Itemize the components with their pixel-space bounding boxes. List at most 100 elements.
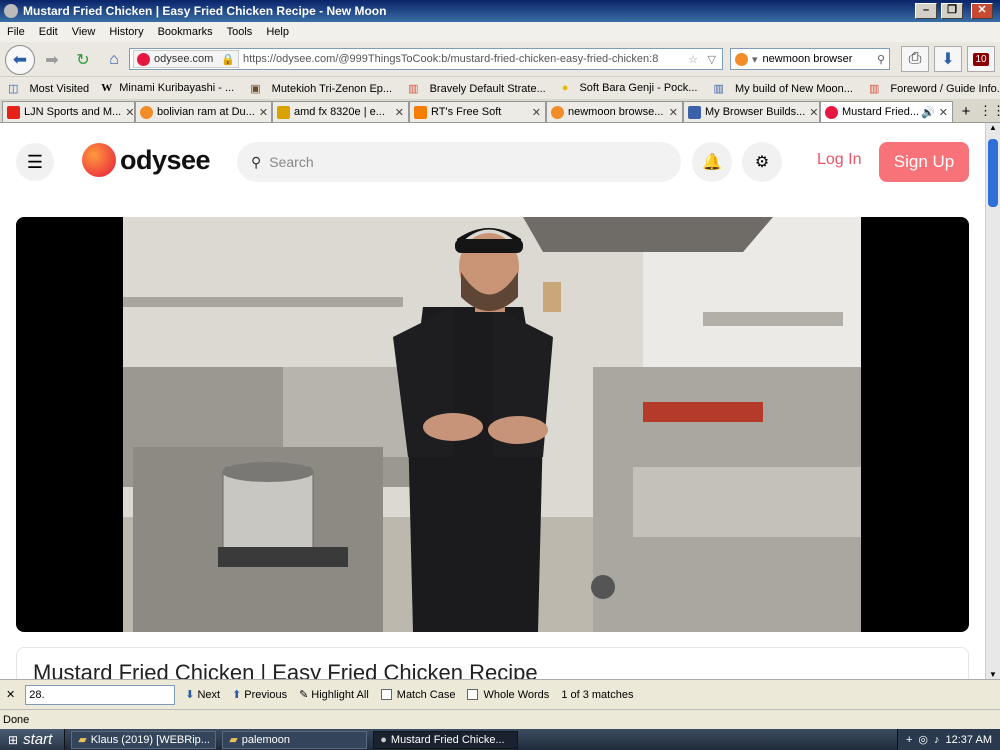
search-bar[interactable]: ▾ newmoon browser ⚲ xyxy=(730,48,890,70)
tab-rts-free-soft[interactable]: RT's Free Soft ✕ xyxy=(409,100,546,122)
taskbar-item-mustard-fried-chicken[interactable]: ● Mustard Fried Chicke... xyxy=(373,730,519,749)
download-icon[interactable]: ⬇ xyxy=(934,46,962,72)
bookmark-mutekioh[interactable]: ▣ Mutekioh Tri-Zenon Ep... xyxy=(242,82,400,95)
tab-bolivian-ram[interactable]: bolivian ram at Du... ✕ xyxy=(135,100,272,122)
tab-browser-builds[interactable]: My Browser Builds... ✕ xyxy=(683,100,820,122)
home-icon[interactable]: ⌂ xyxy=(100,47,128,73)
search-placeholder: Search xyxy=(269,154,314,170)
tab-close-icon[interactable]: ✕ xyxy=(391,106,404,119)
tab-newmoon-browser[interactable]: newmoon browse... ✕ xyxy=(546,100,683,122)
video-frame[interactable] xyxy=(123,217,861,632)
kitchen-video-image xyxy=(123,217,861,632)
bookmark-minami[interactable]: W Minami Kuribayashi - ... xyxy=(97,82,242,94)
find-bar: ✕ 28. ⬇ Next ⬆ Previous ✎ Highlight All Mat… xyxy=(0,679,1000,709)
close-window-button[interactable]: ✕ xyxy=(971,3,993,19)
bookmark-newmoon-build[interactable]: ▥ My build of New Moon... xyxy=(705,82,860,95)
tab-close-icon[interactable]: ✕ xyxy=(121,106,134,119)
tab-close-icon[interactable]: ✕ xyxy=(935,106,948,119)
folder-icon: ▰ xyxy=(78,734,87,746)
folder-icon: ▰ xyxy=(229,734,238,746)
search-magnifier-icon[interactable]: ⚲ xyxy=(877,53,885,66)
find-next-button[interactable]: ⬇ Next xyxy=(179,688,226,702)
youtube-favicon-icon xyxy=(7,105,20,119)
windows-logo-icon: ⊞ xyxy=(8,732,19,747)
bookmark-bravely[interactable]: ▥ Bravely Default Strate... xyxy=(400,82,554,95)
odysee-logo-mark xyxy=(82,143,116,177)
blogger-favicon-icon xyxy=(414,105,427,119)
scroll-down-icon[interactable]: ▼ xyxy=(989,670,997,679)
scroll-up-icon[interactable]: ▲ xyxy=(989,123,997,132)
menu-bar: File Edit View History Bookmarks Tools H… xyxy=(0,22,1000,42)
maximize-button[interactable]: ❐ xyxy=(941,3,963,19)
highlight-all-button[interactable]: ✎ Highlight All xyxy=(293,688,375,702)
tab-ljn-sports[interactable]: LJN Sports and M... ✕ xyxy=(2,100,135,122)
bookmark-foreword[interactable]: ▥ Foreword / Guide Info... xyxy=(861,82,1000,95)
bookmarks-toolbar: ◫ Most Visited W Minami Kuribayashi - ..… xyxy=(0,77,1000,99)
url-text[interactable]: https://odysee.com/@999ThingsToCook:b/mu… xyxy=(243,53,658,65)
menu-tools[interactable]: Tools xyxy=(220,26,260,38)
taskbar-item-klaus[interactable]: ▰ Klaus (2019) [WEBRip... xyxy=(71,730,217,749)
volume-icon[interactable]: ♪ xyxy=(934,734,940,746)
duckduckgo-favicon-icon xyxy=(551,105,564,119)
scrollbar-thumb[interactable] xyxy=(988,139,998,207)
menu-help[interactable]: Help xyxy=(259,26,296,38)
url-bar[interactable]: odysee.com 🔒 https://odysee.com/@999Thin… xyxy=(129,48,723,70)
bookmark-star-icon[interactable]: ☆ xyxy=(688,53,698,66)
find-close-icon[interactable]: ✕ xyxy=(6,688,15,701)
ebay-favicon-icon xyxy=(277,105,290,119)
settings-gear-icon[interactable]: ⚙ xyxy=(742,142,782,182)
menu-hamburger-icon[interactable]: ☰ xyxy=(16,143,54,181)
reload-icon[interactable]: ↻ xyxy=(69,47,97,73)
navigation-toolbar: ⬅ ➡ ↻ ⌂ odysee.com 🔒 https://odysee.com/… xyxy=(0,42,1000,76)
tab-close-icon[interactable]: ✕ xyxy=(528,106,541,119)
search-input[interactable]: newmoon browser xyxy=(763,53,853,65)
back-arrow-icon[interactable]: ⬅ xyxy=(5,45,35,75)
login-button[interactable]: Log In xyxy=(817,151,861,169)
menu-bookmarks[interactable]: Bookmarks xyxy=(151,26,220,38)
up-arrow-icon: ⬆ xyxy=(232,689,242,701)
menu-view[interactable]: View xyxy=(65,26,103,38)
odysee-search-input[interactable]: ⚲ Search xyxy=(237,142,681,182)
list-all-tabs-icon[interactable]: ⋮⋮ xyxy=(979,103,1000,119)
menu-edit[interactable]: Edit xyxy=(32,26,65,38)
menu-file[interactable]: File xyxy=(0,26,32,38)
find-previous-button[interactable]: ⬆ Previous xyxy=(226,688,293,702)
tab-strip: LJN Sports and M... ✕ bolivian ram at Du.… xyxy=(0,99,1000,123)
window-title-bar: Mustard Fried Chicken | Easy Fried Chick… xyxy=(0,0,1000,22)
match-case-checkbox[interactable]: Match Case xyxy=(375,689,462,701)
tab-amd-fx[interactable]: amd fx 8320e | e... ✕ xyxy=(272,100,409,122)
print-icon[interactable]: ⎙ xyxy=(901,46,929,72)
site-identity-button[interactable]: odysee.com 🔒 xyxy=(133,50,240,68)
whole-words-checkbox[interactable]: Whole Words xyxy=(461,689,555,701)
taskbar-item-palemoon[interactable]: ▰ palemoon xyxy=(222,730,368,749)
newmoon-app-icon xyxy=(4,4,18,18)
odysee-favicon-icon xyxy=(137,52,150,66)
speaker-icon[interactable]: 🔊 xyxy=(921,106,935,119)
odysee-logo[interactable]: odysee xyxy=(82,143,211,177)
bookmark-soft-bara[interactable]: ● Soft Bara Genji - Pock... xyxy=(554,82,706,94)
tab-close-icon[interactable]: ✕ xyxy=(665,106,678,119)
menu-history[interactable]: History xyxy=(102,26,150,38)
search-engine-dropdown-icon[interactable]: ▾ xyxy=(752,53,758,66)
video-title: Mustard Fried Chicken | Easy Fried Chick… xyxy=(33,660,538,679)
tray-expand-icon[interactable]: + xyxy=(906,734,912,746)
find-input[interactable]: 28. xyxy=(25,684,176,705)
odysee-logo-text: odysee xyxy=(120,144,211,175)
download-count-badge: 10 xyxy=(973,52,989,66)
url-dropdown-icon[interactable]: ▽ xyxy=(708,53,716,66)
minimize-button[interactable]: – xyxy=(915,3,937,19)
page-scrollbar[interactable]: ▲ ▼ xyxy=(985,123,1000,679)
forward-arrow-icon[interactable]: ➡ xyxy=(38,47,66,73)
notification-bell-icon[interactable]: 🔔 xyxy=(692,142,732,182)
video-player[interactable] xyxy=(16,217,969,632)
bookmark-most-visited[interactable]: ◫ Most Visited xyxy=(0,82,97,95)
tab-close-icon[interactable]: ✕ xyxy=(805,106,818,119)
new-tab-button[interactable]: + xyxy=(953,103,979,120)
network-icon[interactable]: ◎ xyxy=(918,733,928,746)
search-engine-icon[interactable] xyxy=(735,52,748,66)
start-button[interactable]: ⊞ start xyxy=(0,729,66,750)
tab-close-icon[interactable]: ✕ xyxy=(255,106,268,119)
signup-button[interactable]: Sign Up xyxy=(879,142,969,182)
tab-mustard-fried-chicken[interactable]: Mustard Fried... 🔊 ✕ xyxy=(820,100,953,122)
ublock-icon[interactable]: 10 xyxy=(967,46,995,72)
